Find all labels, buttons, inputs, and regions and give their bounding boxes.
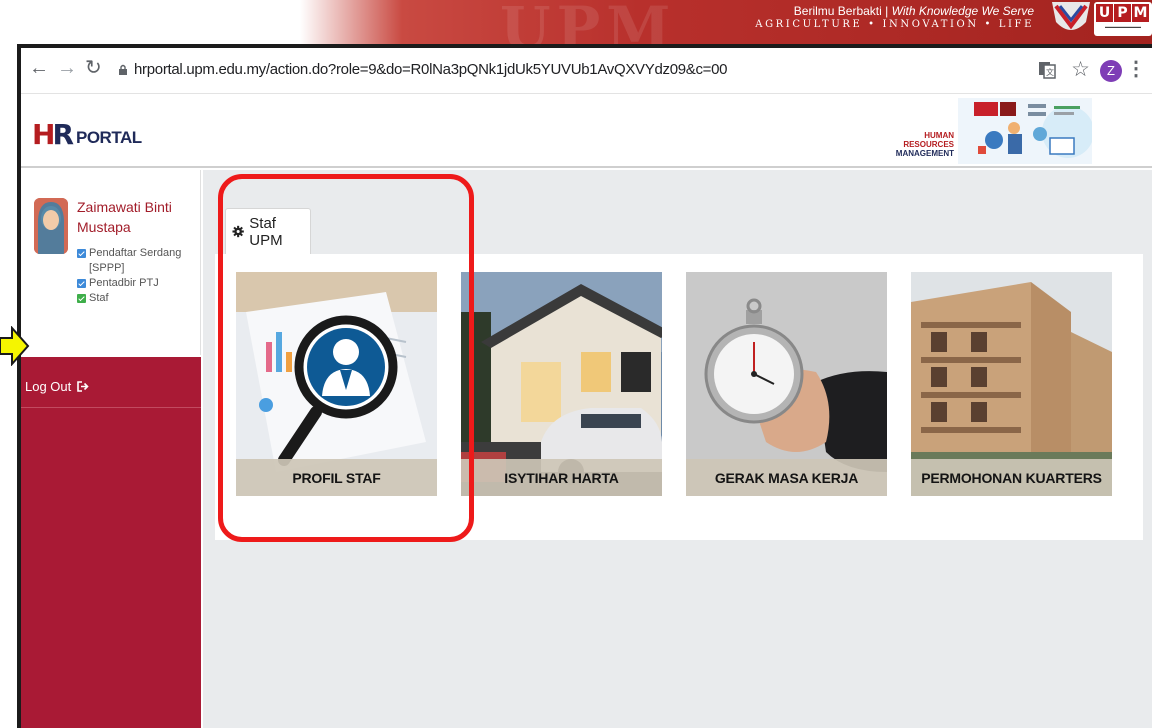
upm-shield-icon xyxy=(1052,2,1090,30)
bookmark-star-icon[interactable]: ☆ xyxy=(1071,57,1090,82)
banner-motto: AGRICULTURE • INNOVATION • LIFE xyxy=(755,19,1034,30)
logo-r: R xyxy=(52,118,74,151)
user-info-panel: Zaimawati Binti Mustapa Pendaftar Serdan… xyxy=(21,170,201,355)
logo-letter-u: U xyxy=(1096,4,1113,22)
checkbox-checked-icon xyxy=(77,279,86,288)
translate-icon[interactable]: 文 xyxy=(1038,61,1056,79)
card-label: GERAK MASA KERJA xyxy=(686,459,887,496)
role-list: Pendaftar Serdang [SPPP] Pentadbir PTJ S… xyxy=(77,246,192,306)
card-permohonan-kuarters[interactable]: PERMOHONAN KUARTERS xyxy=(911,272,1112,496)
upm-banner: UPM Berilmu Berbakti | With Knowledge We… xyxy=(300,0,1152,44)
tagline-plain: Berilmu Berbakti | xyxy=(793,4,892,18)
logo-subtitle-lines: ▬▬▬▬▬▬▬▬▬ xyxy=(1105,24,1141,29)
sidebar-divider xyxy=(21,407,201,408)
role-label: Pentadbir PTJ xyxy=(89,277,159,289)
highlight-box-annotation xyxy=(218,174,474,542)
role-label: Staf xyxy=(89,292,109,304)
upm-logo: U P M ▬▬▬▬▬▬▬▬▬ xyxy=(1094,2,1152,36)
logo-letter-p: P xyxy=(1114,4,1131,22)
site-header: HR PORTAL HUMAN RESOURCES MANAGEMENT xyxy=(21,94,1152,168)
browser-window: ← → ↻ hrportal.upm.edu.my/action.do?role… xyxy=(17,44,1152,728)
address-bar: ← → ↻ hrportal.upm.edu.my/action.do?role… xyxy=(21,48,1152,94)
svg-text:文: 文 xyxy=(1046,67,1054,77)
user-name: Zaimawati Binti Mustapa xyxy=(77,199,172,235)
logout-label: Log Out xyxy=(25,379,72,394)
sign-out-icon xyxy=(77,381,89,392)
role-item: Pentadbir PTJ xyxy=(77,276,192,291)
reload-icon[interactable]: ↻ xyxy=(85,58,102,78)
card-gerak-masa-kerja[interactable]: GERAK MASA KERJA xyxy=(686,272,887,496)
checkbox-checked-icon xyxy=(77,249,86,258)
banner-tagline: Berilmu Berbakti | With Knowledge We Ser… xyxy=(755,4,1034,18)
pointer-arrow-icon xyxy=(0,326,30,366)
logo-h: H xyxy=(32,118,56,151)
role-item: Pendaftar Serdang [SPPP] xyxy=(77,246,192,276)
hrm-line1: HUMAN RESOURCES xyxy=(903,131,954,149)
kebab-menu-icon[interactable]: ⋮ xyxy=(1126,56,1146,81)
role-item: Staf xyxy=(77,291,192,306)
hr-portal-logo[interactable]: HR PORTAL xyxy=(32,118,142,151)
hrm-banner-graphic: HUMAN RESOURCES MANAGEMENT xyxy=(878,98,1094,164)
role-label: Pendaftar Serdang [SPPP] xyxy=(89,247,182,274)
avatar xyxy=(34,198,68,254)
banner-text: Berilmu Berbakti | With Knowledge We Ser… xyxy=(755,4,1034,30)
banner-watermark: UPM xyxy=(500,0,677,44)
checkbox-checked-icon xyxy=(77,294,86,303)
sidebar-menu: Log Out xyxy=(21,357,201,728)
logo-portal-text: PORTAL xyxy=(76,128,142,147)
hrm-label: HUMAN RESOURCES MANAGEMENT xyxy=(878,131,954,158)
lock-icon xyxy=(119,64,127,75)
hrm-line2: MANAGEMENT xyxy=(895,149,954,158)
profile-avatar-icon[interactable]: Z xyxy=(1100,60,1122,82)
logo-letter-m: M xyxy=(1132,4,1149,22)
forward-arrow-icon[interactable]: → xyxy=(57,58,77,78)
card-isytihar-harta[interactable]: ISYTIHAR HARTA xyxy=(461,272,662,496)
url-field[interactable]: hrportal.upm.edu.my/action.do?role=9&do=… xyxy=(134,61,728,78)
page: UPM Berilmu Berbakti | With Knowledge We… xyxy=(0,0,1152,728)
card-label: PERMOHONAN KUARTERS xyxy=(911,459,1112,496)
sidebar: Zaimawati Binti Mustapa Pendaftar Serdan… xyxy=(21,170,201,728)
back-arrow-icon[interactable]: ← xyxy=(29,58,49,78)
card-label: ISYTIHAR HARTA xyxy=(461,459,662,496)
logout-link[interactable]: Log Out xyxy=(25,379,89,394)
tagline-italic: With Knowledge We Serve xyxy=(891,4,1034,18)
